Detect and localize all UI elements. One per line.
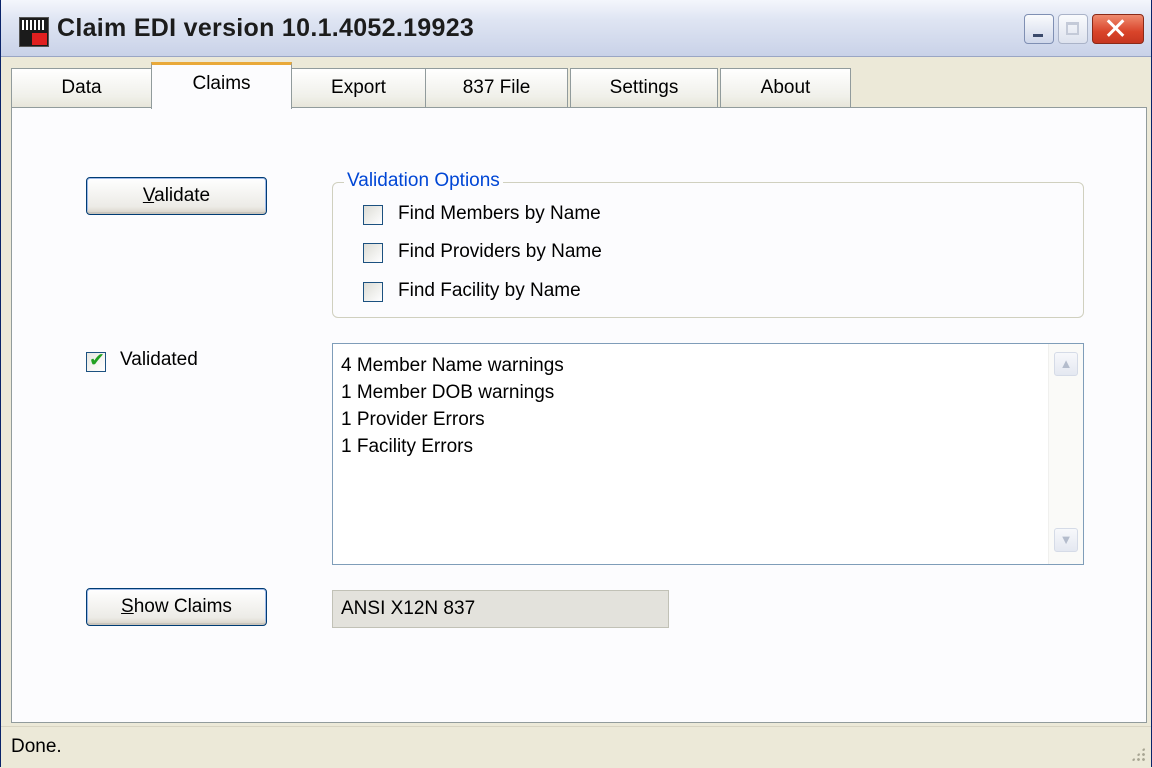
validate-label: alidate bbox=[154, 185, 211, 206]
find-facility-checkbox[interactable] bbox=[363, 282, 383, 302]
status-text: Done. bbox=[11, 736, 62, 757]
find-members-label[interactable]: Find Members by Name bbox=[398, 203, 601, 225]
status-bar: Done. bbox=[1, 726, 1151, 767]
close-icon: ✕ bbox=[1103, 12, 1129, 47]
tab-about[interactable]: About bbox=[720, 68, 851, 108]
validated-checkbox[interactable]: ✔ bbox=[86, 349, 106, 372]
result-line: 4 Member Name warnings bbox=[341, 355, 564, 376]
maximize-button[interactable] bbox=[1058, 14, 1088, 44]
find-providers-label[interactable]: Find Providers by Name bbox=[398, 241, 602, 263]
scroll-up-button[interactable]: ▲ bbox=[1054, 352, 1078, 376]
scroll-down-button[interactable]: ▼ bbox=[1054, 528, 1078, 552]
maximize-icon bbox=[1066, 22, 1079, 35]
tab-export[interactable]: Export bbox=[291, 68, 426, 108]
show-claims-button[interactable]: Show Claims bbox=[86, 588, 267, 626]
find-members-checkbox[interactable] bbox=[363, 205, 383, 225]
chevron-down-icon: ▼ bbox=[1059, 532, 1073, 547]
tab-settings[interactable]: Settings bbox=[570, 68, 718, 108]
validation-options-title: Validation Options bbox=[344, 170, 503, 192]
chevron-up-icon: ▲ bbox=[1059, 356, 1073, 371]
validation-results-textarea[interactable]: 4 Member Name warnings 1 Member DOB warn… bbox=[332, 343, 1084, 565]
checkmark-icon: ✔ bbox=[89, 349, 105, 371]
tab-claims[interactable]: Claims bbox=[151, 62, 292, 109]
find-facility-label[interactable]: Find Facility by Name bbox=[398, 280, 581, 302]
validate-button[interactable]: Validate bbox=[86, 177, 267, 215]
close-button[interactable]: ✕ bbox=[1092, 12, 1144, 47]
window-title: Claim EDI version 10.1.4052.19923 bbox=[57, 14, 475, 42]
app-window: Claim EDI version 10.1.4052.19923 ✕ Data… bbox=[0, 0, 1152, 767]
validated-label[interactable]: Validated bbox=[120, 349, 198, 371]
tab-837-file[interactable]: 837 File bbox=[425, 68, 568, 108]
resize-grip-icon[interactable] bbox=[1131, 747, 1145, 761]
validate-mnemonic: V bbox=[142, 185, 155, 206]
result-line: 1 Provider Errors bbox=[341, 409, 485, 430]
vertical-scrollbar[interactable]: ▲ ▼ bbox=[1048, 344, 1083, 564]
app-icon[interactable] bbox=[19, 17, 49, 47]
format-field: ANSI X12N 837 bbox=[332, 590, 669, 628]
show-claims-mnemonic: S bbox=[121, 596, 134, 617]
result-line: 1 Member DOB warnings bbox=[341, 382, 555, 403]
find-providers-checkbox[interactable] bbox=[363, 243, 383, 263]
minimize-icon bbox=[1033, 34, 1043, 37]
result-line: 1 Facility Errors bbox=[341, 436, 473, 457]
tab-data[interactable]: Data bbox=[11, 68, 152, 108]
title-bar[interactable]: Claim EDI version 10.1.4052.19923 ✕ bbox=[1, 0, 1151, 57]
tab-strip: Data Claims Export 837 File Settings Abo… bbox=[11, 60, 1147, 109]
minimize-button[interactable] bbox=[1024, 14, 1054, 44]
show-claims-label: how Claims bbox=[133, 596, 232, 617]
